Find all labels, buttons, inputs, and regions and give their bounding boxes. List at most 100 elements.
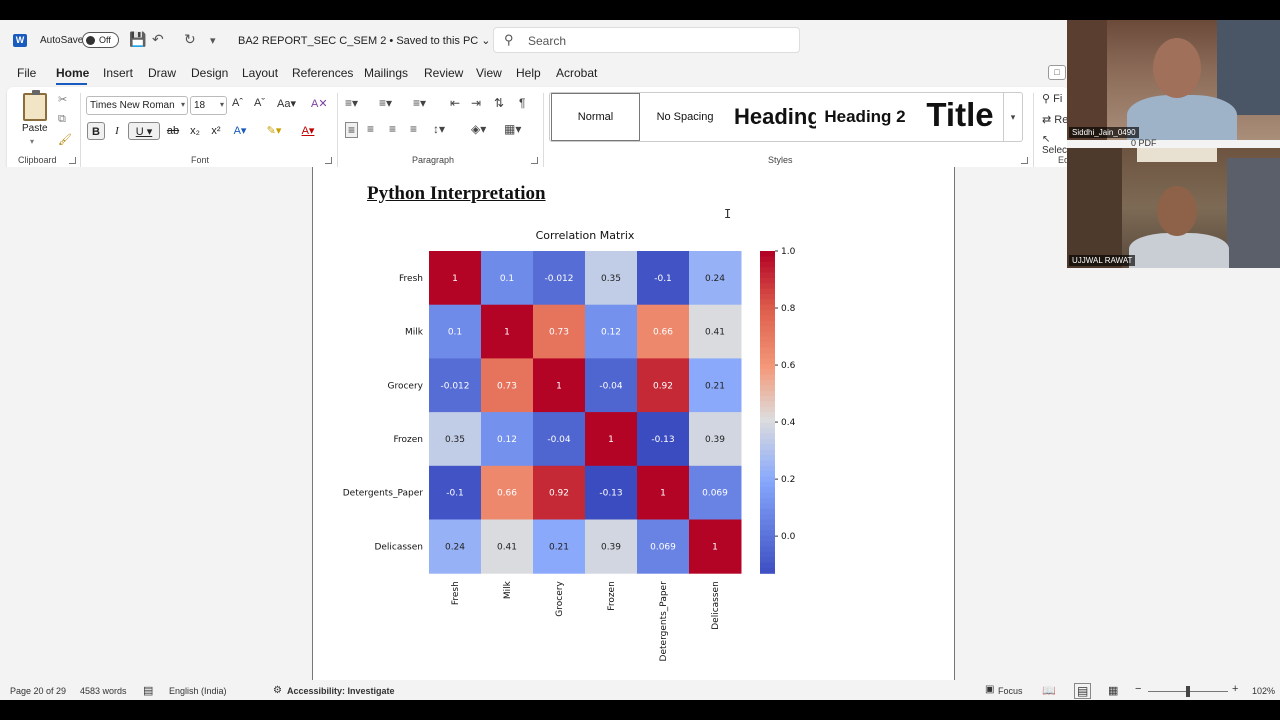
font-family-select[interactable]: Times New Roman ▾ — [86, 96, 188, 115]
colorbar-segment — [760, 331, 775, 338]
increase-indent-icon[interactable]: ⇥ — [471, 96, 481, 110]
underline-button[interactable]: U ▾ — [128, 122, 160, 140]
style-normal[interactable]: Normal — [551, 93, 640, 141]
colorbar-tick-label: 0.8 — [781, 304, 796, 314]
multilevel-list-icon[interactable]: ≡▾ — [413, 96, 426, 110]
styles-more-icon[interactable]: ▾ — [1003, 92, 1022, 142]
search-placeholder: Search — [528, 34, 567, 48]
paste-label[interactable]: Paste — [22, 123, 48, 134]
colorbar-segment — [760, 401, 775, 408]
paste-dropdown-icon[interactable]: ▾ — [30, 137, 34, 146]
font-launcher-icon[interactable] — [325, 157, 332, 164]
colorbar-segment — [760, 358, 775, 365]
redo-icon[interactable]: ↻ — [184, 31, 196, 48]
cell-value-label: -0.1 — [654, 274, 672, 284]
align-center-icon[interactable]: ≡ — [367, 122, 374, 136]
search-box[interactable]: ⚲ Search — [493, 27, 800, 53]
separator — [543, 93, 544, 167]
colorbar-segment — [760, 251, 775, 257]
clear-formatting-icon[interactable]: A✕ — [311, 97, 328, 110]
video-tile-participant-2[interactable]: UJJWAL RAWAT — [1067, 148, 1280, 268]
bullets-icon[interactable]: ≡▾ — [345, 96, 358, 110]
text-effects-icon[interactable]: A▾ — [231, 122, 249, 140]
document-title[interactable]: BA2 REPORT_SEC C_SEM 2 • Saved to this P… — [238, 34, 491, 47]
clipboard-launcher-icon[interactable] — [69, 157, 76, 164]
strikethrough-button[interactable]: ab — [164, 122, 182, 140]
tab-insert[interactable]: Insert — [103, 66, 133, 80]
zoom-slider-thumb[interactable] — [1186, 686, 1190, 697]
focus-icon[interactable]: ▣ — [985, 684, 994, 695]
autosave-toggle[interactable]: Off — [82, 32, 119, 48]
video-tile-participant-1[interactable]: Siddhi_Jain_0490 — [1067, 20, 1280, 140]
styles-launcher-icon[interactable] — [1021, 157, 1028, 164]
tab-review[interactable]: Review — [424, 66, 463, 80]
tab-draw[interactable]: Draw — [148, 66, 176, 80]
colorbar-segment — [760, 385, 775, 392]
tab-layout[interactable]: Layout — [242, 66, 278, 80]
undo-icon[interactable]: ↶ — [152, 31, 164, 48]
select-icon[interactable]: ↖ Select — [1042, 134, 1070, 156]
tab-design[interactable]: Design — [191, 66, 228, 80]
format-painter-icon[interactable]: 🖌 — [58, 133, 72, 146]
tab-references[interactable]: References — [292, 66, 353, 80]
colorbar-segment — [760, 272, 775, 279]
borders-icon[interactable]: ▦▾ — [504, 122, 521, 136]
customize-toolbar-icon[interactable]: ▾ — [210, 34, 216, 47]
colorbar-segment — [760, 369, 775, 376]
shrink-font-icon[interactable]: Aˇ — [254, 97, 265, 109]
zoom-level[interactable]: 102% — [1252, 686, 1275, 696]
shading-icon[interactable]: ◈▾ — [471, 122, 486, 136]
colorbar-segment — [760, 487, 775, 494]
cell-value-label: -0.04 — [547, 435, 571, 445]
zoom-in-icon[interactable]: + — [1232, 683, 1238, 695]
justify-icon[interactable]: ≡ — [410, 122, 417, 136]
sort-icon[interactable]: ⇅ — [494, 96, 504, 110]
line-spacing-icon[interactable]: ↕▾ — [433, 122, 445, 136]
comments-icon[interactable]: □ — [1048, 65, 1066, 80]
grow-font-icon[interactable]: Aˆ — [232, 97, 243, 109]
accessibility-status[interactable]: Accessibility: Investigate — [287, 686, 395, 696]
cell-value-label: 0.92 — [653, 381, 673, 391]
show-marks-icon[interactable]: ¶ — [519, 96, 525, 110]
page-count[interactable]: Page 20 of 29 — [10, 686, 66, 696]
style-no-spacing[interactable]: No Spacing — [642, 93, 728, 141]
decrease-indent-icon[interactable]: ⇤ — [450, 96, 460, 110]
tab-home[interactable]: Home — [56, 66, 89, 80]
change-case-icon[interactable]: Aa▾ — [277, 97, 296, 110]
page-heading: Python Interpretation — [367, 183, 546, 204]
font-size-select[interactable]: 18 ▾ — [190, 96, 227, 115]
find-icon[interactable]: ⚲ Fi — [1042, 92, 1062, 105]
copy-icon[interactable]: ⧉ — [58, 113, 66, 126]
tab-view[interactable]: View — [476, 66, 502, 80]
style-heading-2[interactable]: Heading 2 — [818, 93, 912, 141]
row-tick-label: Milk — [405, 328, 424, 338]
subscript-button[interactable]: x₂ — [186, 122, 204, 140]
numbering-icon[interactable]: ≡▾ — [379, 96, 392, 110]
align-left-icon[interactable]: ≡ — [345, 122, 359, 138]
highlight-icon[interactable]: ✎▾ — [265, 122, 283, 140]
save-icon[interactable]: 💾 — [129, 31, 146, 48]
style-title[interactable]: Title — [914, 93, 1006, 141]
tab-mailings[interactable]: Mailings — [364, 66, 408, 80]
tab-file[interactable]: File — [17, 66, 36, 80]
superscript-button[interactable]: x² — [207, 122, 225, 140]
proofing-icon[interactable]: ▤ — [143, 684, 153, 697]
tab-acrobat[interactable]: Acrobat — [556, 66, 597, 80]
paragraph-launcher-icon[interactable] — [531, 157, 538, 164]
print-layout-icon[interactable]: ▤ — [1074, 683, 1092, 699]
replace-icon[interactable]: ⇄ Re — [1042, 113, 1068, 126]
align-right-icon[interactable]: ≡ — [389, 122, 396, 136]
language-status[interactable]: English (India) — [169, 686, 227, 696]
cut-icon[interactable]: ✂ — [58, 93, 67, 106]
focus-label[interactable]: Focus — [998, 686, 1023, 696]
bold-button[interactable]: B — [87, 122, 105, 140]
style-heading-1[interactable]: Heading 1 — [730, 93, 816, 141]
font-color-icon[interactable]: A▾ — [299, 122, 317, 140]
tab-help[interactable]: Help — [516, 66, 541, 80]
word-count[interactable]: 4583 words — [80, 686, 127, 696]
web-layout-icon[interactable]: ▦ — [1108, 684, 1118, 697]
italic-button[interactable]: I — [108, 122, 126, 140]
read-mode-icon[interactable]: 📖 — [1042, 684, 1056, 697]
zoom-out-icon[interactable]: − — [1135, 683, 1141, 695]
paste-icon[interactable] — [23, 90, 47, 121]
